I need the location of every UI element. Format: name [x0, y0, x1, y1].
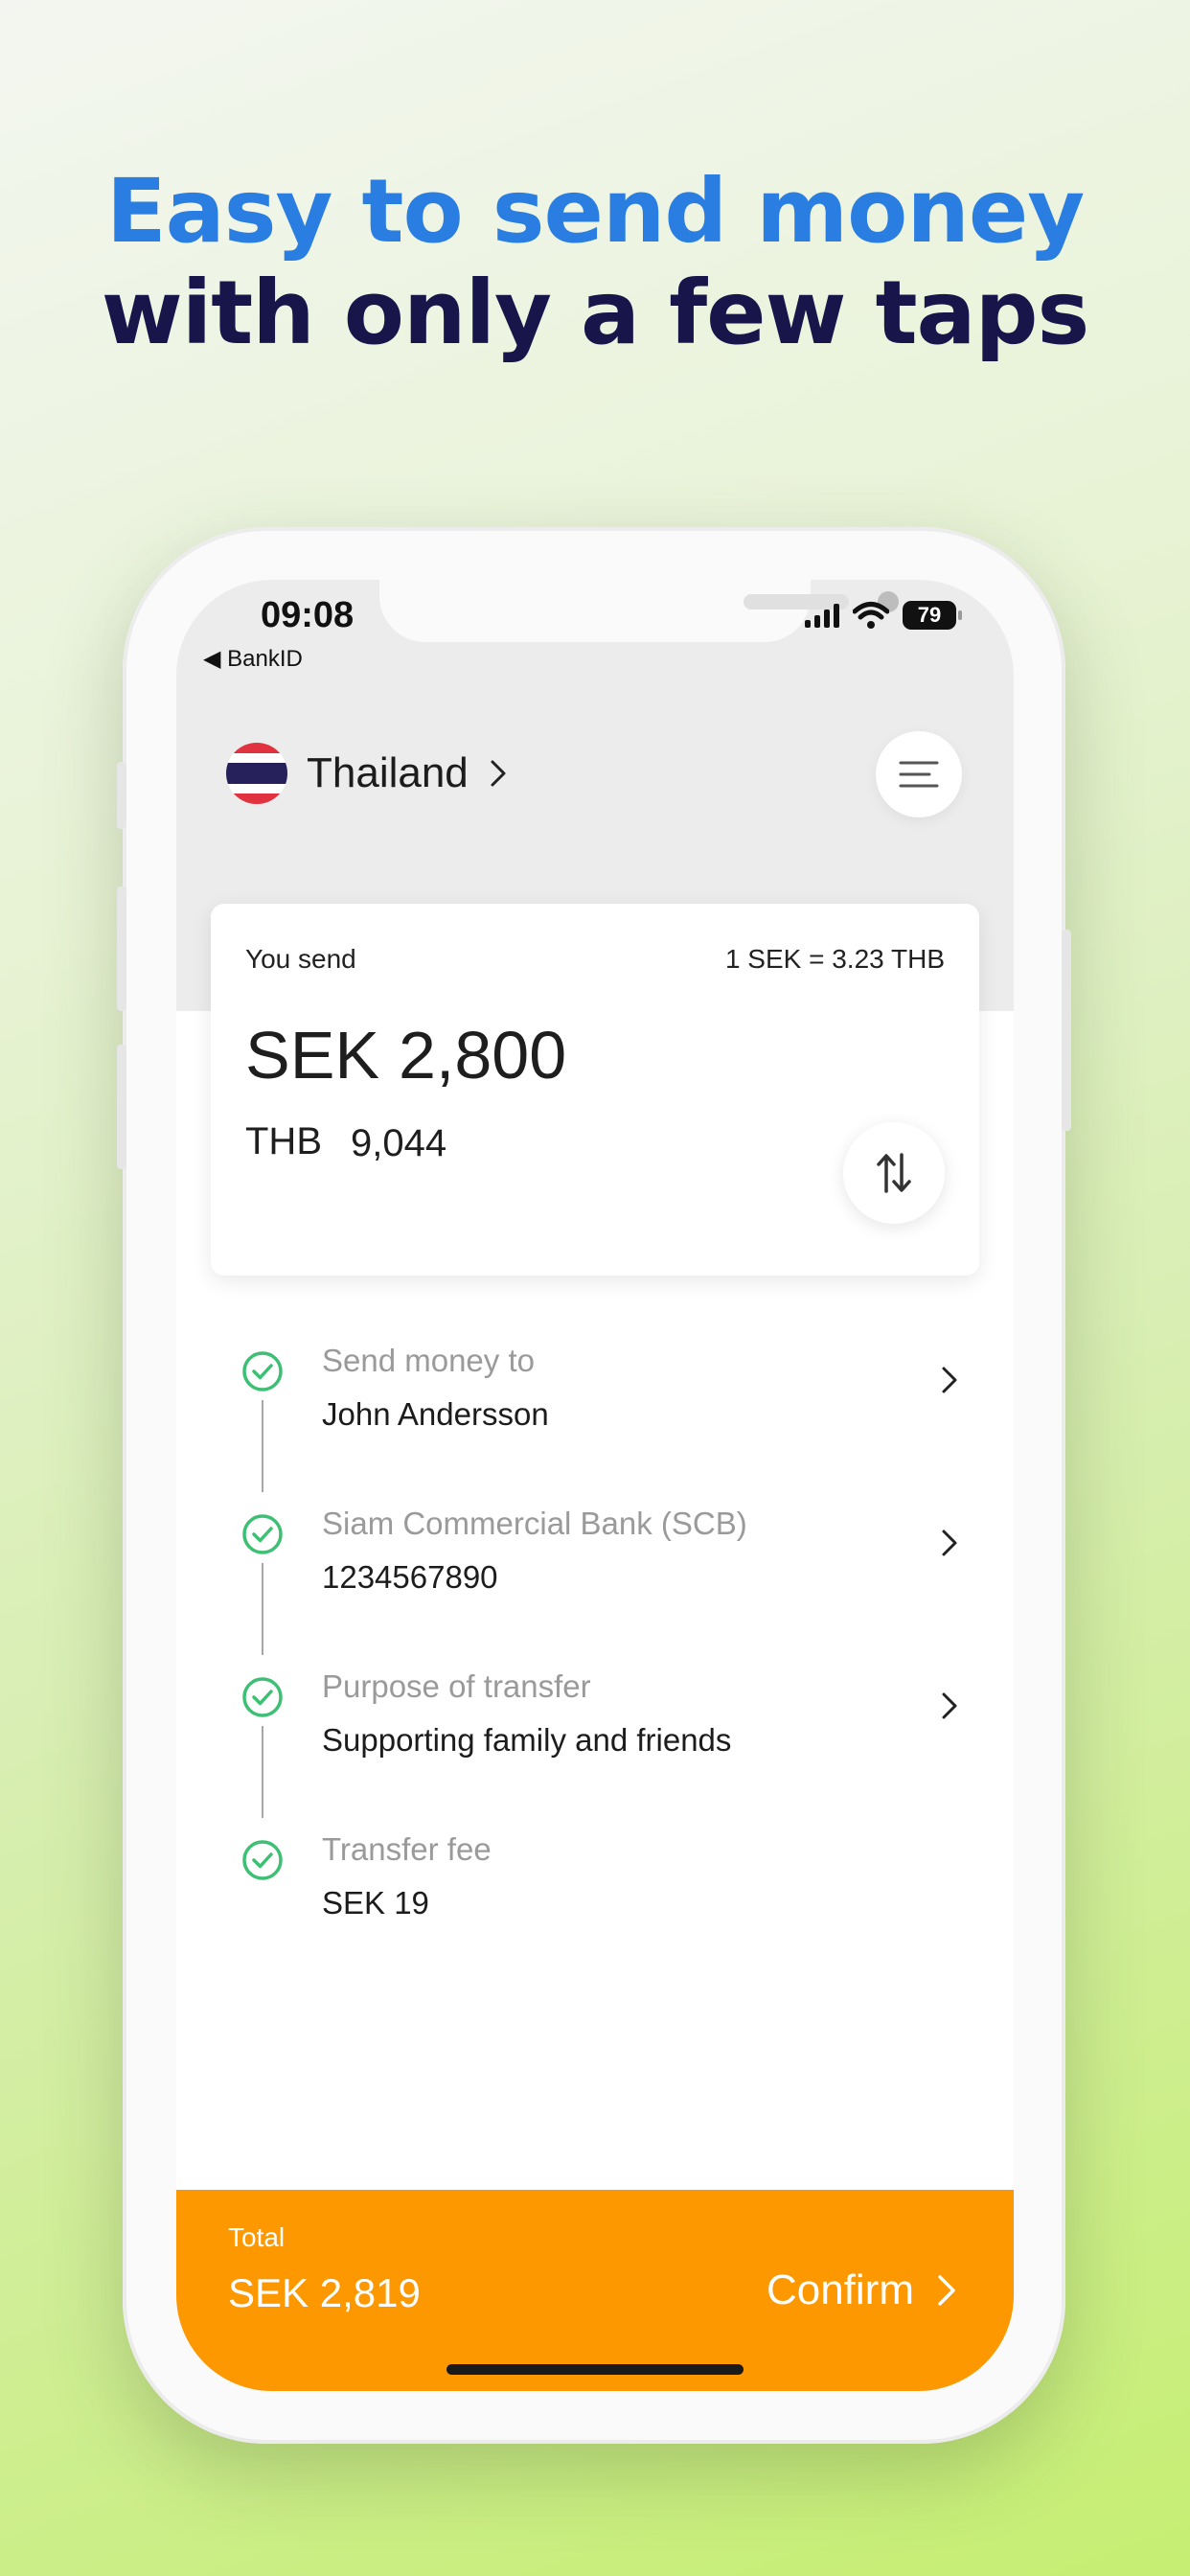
- home-indicator[interactable]: [446, 2364, 744, 2375]
- step-label: Send money to: [322, 1343, 535, 1378]
- step-connector: [262, 1726, 263, 1818]
- phone-mute-button: [117, 762, 126, 829]
- step-label: Purpose of transfer: [322, 1668, 591, 1704]
- notch: [379, 580, 899, 642]
- you-send-label: You send: [245, 944, 356, 974]
- chevron-right-icon: [938, 2275, 955, 2306]
- step-label: Transfer fee: [322, 1831, 492, 1867]
- exchange-rate: 1 SEK = 3.23 THB: [724, 944, 945, 974]
- total-value: SEK 2,819: [228, 2270, 421, 2315]
- check-circle-icon: [242, 1514, 283, 1554]
- phone-volume-up-button: [117, 886, 126, 1011]
- country-selector[interactable]: Thailand: [226, 743, 507, 804]
- step-transfer-fee: Transfer fee SEK 19: [176, 1816, 1014, 1979]
- headline-line-1: Easy to send money: [105, 160, 1085, 263]
- status-time: 09:08: [261, 595, 355, 635]
- check-circle-icon: [242, 1677, 283, 1717]
- receive-amount-input[interactable]: 9,044: [351, 1122, 446, 1165]
- step-value: SEK 19: [322, 1885, 429, 1920]
- total-label: Total: [228, 2222, 286, 2252]
- phone-frame: 09:08 ◀ BankID 79 Thailand You send 1 SE…: [117, 527, 1071, 2444]
- phone-power-button: [1062, 930, 1071, 1131]
- wifi-icon: [853, 602, 889, 629]
- step-recipient[interactable]: Send money to John Andersson: [176, 1327, 1014, 1492]
- country-name: Thailand: [307, 749, 469, 796]
- chevron-right-icon: [491, 760, 506, 787]
- step-value: Supporting family and friends: [322, 1722, 732, 1758]
- swap-currency-button[interactable]: [843, 1122, 945, 1224]
- receive-currency: THB: [245, 1120, 322, 1162]
- headline-line-2: with only a few taps: [101, 262, 1090, 364]
- check-circle-icon: [242, 1351, 283, 1392]
- step-label: Siam Commercial Bank (SCB): [322, 1506, 747, 1541]
- send-currency: SEK: [245, 1018, 380, 1092]
- chevron-right-icon: [942, 1367, 957, 1393]
- confirm-label: Confirm: [766, 2266, 914, 2313]
- step-value: John Andersson: [322, 1396, 549, 1432]
- step-value: 1234567890: [322, 1559, 498, 1595]
- app-screen: 09:08 ◀ BankID 79 Thailand You send 1 SE…: [176, 580, 1014, 2391]
- signal-icon: [805, 603, 839, 628]
- back-to-app-link[interactable]: ◀ BankID: [203, 645, 303, 673]
- hamburger-menu-icon: [899, 761, 939, 788]
- chevron-right-icon: [942, 1692, 957, 1719]
- confirm-bar[interactable]: Total SEK 2,819 Confirm: [176, 2190, 1014, 2391]
- step-connector: [262, 1563, 263, 1655]
- confirm-button[interactable]: Confirm: [767, 2266, 956, 2314]
- send-amount-input[interactable]: 2,800: [399, 1017, 566, 1093]
- menu-button[interactable]: [876, 731, 962, 817]
- send-amount-card: You send 1 SEK = 3.23 THB SEK 2,800 THB …: [211, 904, 979, 1276]
- battery-icon: 79: [903, 601, 962, 630]
- swap-arrows-icon: [877, 1153, 911, 1193]
- headline: Easy to send money with only a few taps: [0, 161, 1190, 364]
- thailand-flag-icon: [226, 743, 287, 804]
- step-purpose[interactable]: Purpose of transfer Supporting family an…: [176, 1653, 1014, 1818]
- step-connector: [262, 1400, 263, 1492]
- step-bank-account[interactable]: Siam Commercial Bank (SCB) 1234567890: [176, 1490, 1014, 1655]
- check-circle-icon: [242, 1840, 283, 1880]
- status-icons: 79: [805, 601, 962, 630]
- phone-volume-down-button: [117, 1045, 126, 1169]
- chevron-right-icon: [942, 1530, 957, 1556]
